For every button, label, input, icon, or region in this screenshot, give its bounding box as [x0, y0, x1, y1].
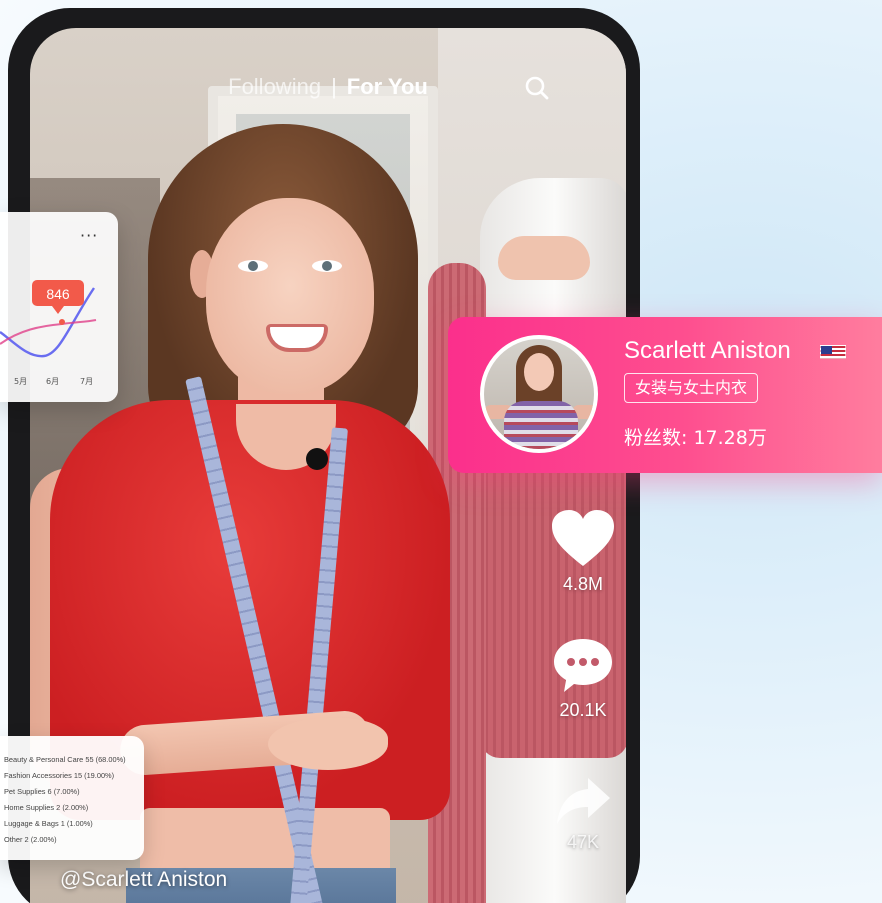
category-row: Other 2 (2.00%): [4, 835, 57, 844]
avatar[interactable]: [480, 335, 598, 453]
us-flag-icon: [820, 345, 846, 359]
creator-fan-count: 粉丝数: 17.28万: [624, 427, 767, 449]
woman-eye: [312, 260, 342, 272]
trend-chart-card: ··· 846: [0, 212, 118, 402]
creator-category-tag: 女装与女士内衣: [624, 373, 759, 403]
like-count: 4.8M: [562, 574, 604, 594]
tab-following[interactable]: Following: [228, 74, 321, 100]
month-label: 6月: [46, 377, 60, 386]
category-list-card: Beauty & Personal Care 55 (68.00%) Fashi…: [0, 736, 144, 860]
category-row: Fashion Accessories 15 (19.00%): [4, 771, 115, 780]
trend-line-pink: [0, 319, 97, 345]
month-label: 5月: [14, 377, 28, 386]
comment-button[interactable]: 20.1K: [538, 636, 626, 721]
tab-separator: |: [331, 74, 337, 99]
like-button[interactable]: 4.8M: [538, 508, 626, 595]
share-button[interactable]: 47K: [538, 776, 626, 853]
trend-chart: 846: [0, 280, 97, 358]
hand: [498, 236, 590, 280]
share-count: 47K: [566, 832, 600, 852]
search-icon[interactable]: [524, 75, 550, 101]
woman-eye: [238, 260, 268, 272]
category-row: Beauty & Personal Care 55 (68.00%): [4, 755, 126, 764]
category-row: Pet Supplies 6 (7.00%): [4, 787, 80, 796]
share-arrow-icon: [557, 778, 610, 824]
value-badge-label: 846: [46, 286, 70, 302]
tab-for-you[interactable]: For You: [347, 74, 428, 100]
category-row: Luggage & Bags 1 (1.00%): [4, 819, 93, 828]
month-label: 7月: [80, 377, 94, 386]
video-username[interactable]: @Scarlett Aniston: [60, 868, 227, 892]
speech-bubble-icon: [554, 639, 612, 692]
woman-face: [206, 198, 374, 394]
heart-icon: [552, 510, 614, 566]
lapel-microphone: [306, 448, 328, 470]
category-row: Home Supplies 2 (2.00%): [4, 803, 89, 812]
comment-count: 20.1K: [559, 700, 607, 720]
creator-name: Scarlett Aniston: [624, 337, 791, 364]
woman-open-hand: [268, 718, 388, 770]
creator-profile-card[interactable]: Scarlett Aniston 女装与女士内衣 粉丝数: 17.28万: [448, 317, 882, 473]
